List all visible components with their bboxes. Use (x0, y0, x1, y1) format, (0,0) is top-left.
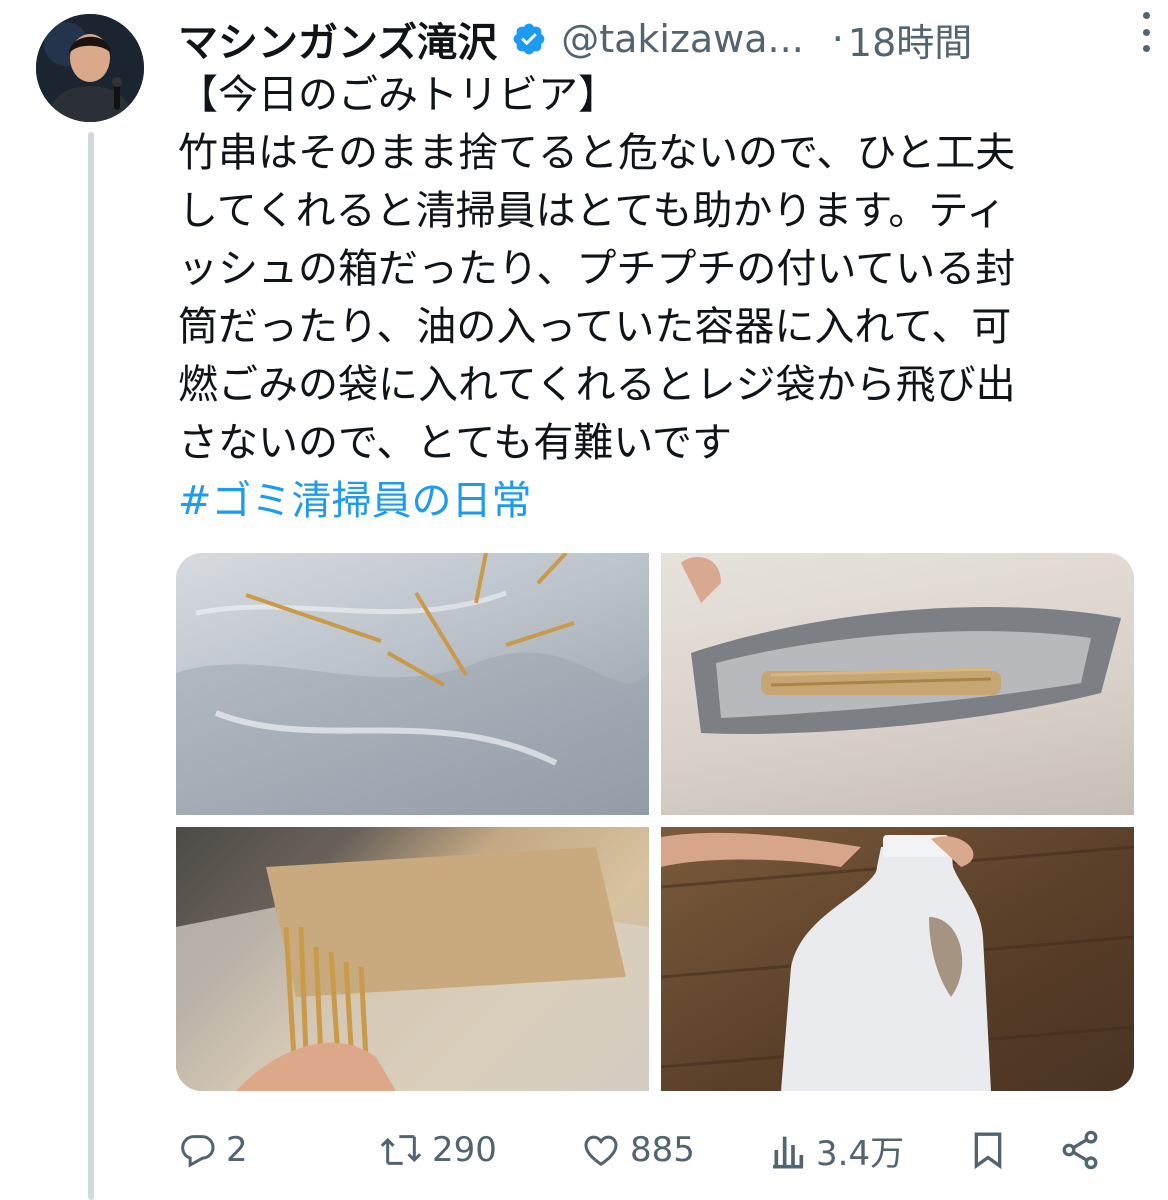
avatar-image (36, 14, 144, 122)
more-vertical-icon[interactable] (1140, 12, 1152, 52)
tweet-text-line: 燃ごみの袋に入れてくれるとレジ袋から飛び出 (178, 362, 1016, 408)
bookmark-icon (974, 1132, 1002, 1170)
view-count: 3.4万 (816, 1133, 905, 1174)
photo-skewers-in-tissue-box[interactable] (661, 553, 1134, 815)
photo-skewers-in-envelope[interactable] (176, 827, 649, 1091)
share-icon (1062, 1130, 1098, 1170)
tweet-text-line: 筒だったり、油の入っていた容器に入れて、可 (178, 304, 1012, 350)
tweet-text-line: 竹串はそのまま捨てると危ないので、ひと工夫 (178, 130, 1016, 176)
retweet-icon (380, 1135, 422, 1165)
bookmark-button[interactable] (968, 1120, 1008, 1180)
heart-icon (584, 1135, 618, 1166)
views-icon (773, 1136, 804, 1169)
tweet-text: 【今日のごみトリビア】 竹串はそのまま捨てると危ないので、ひと工夫 してくれると… (178, 66, 1138, 530)
retweet-button[interactable]: 290 (378, 1120, 497, 1180)
tweet-text-line: ッシュの箱だったり、プチプチの付いている封 (178, 246, 1016, 292)
separator-dot: · (831, 17, 844, 61)
reply-button[interactable]: 2 (178, 1120, 248, 1180)
retweet-count: 290 (432, 1130, 497, 1170)
media-grid (176, 553, 1134, 1091)
tweet-text-line: 【今日のごみトリビア】 (178, 72, 618, 118)
hashtag-link[interactable]: #ゴミ清掃員の日常 (178, 472, 1138, 530)
share-button[interactable] (1058, 1120, 1102, 1180)
action-bar: 2 290 885 3.4万 (178, 1120, 1128, 1180)
reply-icon (181, 1135, 215, 1168)
photo-skewers-in-bottle[interactable] (661, 827, 1134, 1091)
display-name[interactable]: マシンガンズ滝沢 (178, 10, 497, 68)
tweet-text-line: さないので、とても有難いです (178, 420, 732, 466)
views-button[interactable]: 3.4万 (768, 1120, 904, 1180)
user-handle[interactable]: @takizawa... (561, 17, 804, 61)
thread-line (88, 132, 94, 1200)
tweet-text-line: してくれると清掃員はとても助かります。ティ (178, 188, 1006, 234)
avatar[interactable] (36, 14, 144, 122)
like-button[interactable]: 885 (580, 1120, 695, 1180)
photo-skewers-in-bag[interactable] (176, 553, 649, 815)
like-count: 885 (630, 1130, 695, 1170)
verified-badge-icon (513, 23, 545, 55)
reply-count: 2 (226, 1130, 248, 1170)
tweet-header: マシンガンズ滝沢 @takizawa... · 18時間 (178, 10, 1138, 68)
timestamp[interactable]: 18時間 (848, 12, 972, 67)
